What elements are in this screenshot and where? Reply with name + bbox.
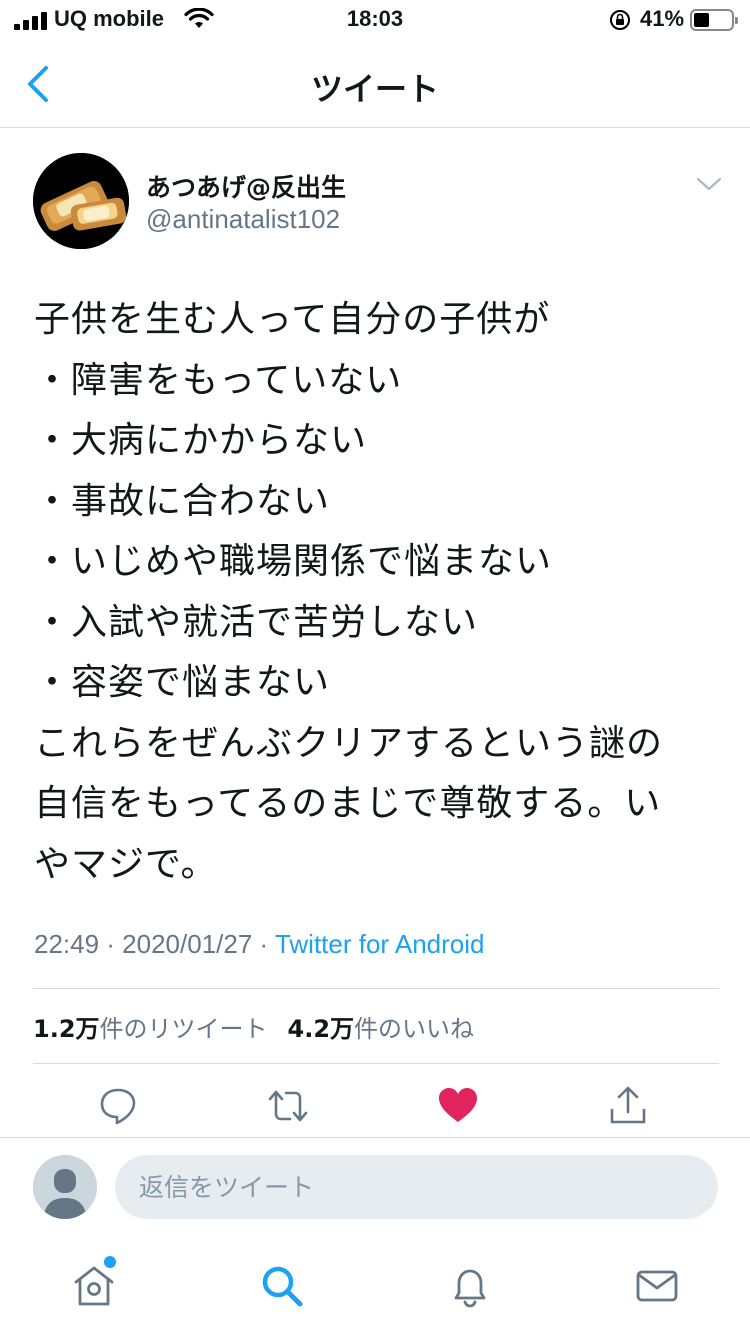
tweet-stats: 1.2万件のリツイート 4.2万件のいいね	[33, 1009, 474, 1044]
tweet-line: ・障害をもっていない	[34, 359, 403, 401]
heart-icon[interactable]	[436, 1084, 480, 1128]
author-display-name[interactable]: あつあげ@反出生	[146, 168, 346, 204]
divider	[33, 988, 719, 989]
tweet-line: 子供を生む人って自分の子供が	[34, 299, 551, 340]
status-bar: UQ mobile 18:03 41%	[0, 0, 750, 40]
retweet-label: 件のリツイート	[99, 1015, 268, 1043]
reply-input[interactable]	[115, 1155, 718, 1219]
author-handle[interactable]: @antinatalist102	[146, 204, 340, 235]
home-icon[interactable]	[70, 1262, 118, 1310]
battery-level	[694, 13, 709, 27]
mail-icon[interactable]	[633, 1262, 681, 1310]
nav-header: ツイート	[0, 40, 750, 128]
tweet-text: 子供を生む人って自分の子供が ・障害をもっていない ・大病にかからない ・事故に…	[34, 290, 724, 895]
retweet-icon[interactable]	[266, 1084, 310, 1128]
tweet-actions	[0, 1072, 750, 1138]
chevron-down-icon[interactable]	[694, 172, 724, 196]
tweet-line: ・入試や就活で苦労しない	[34, 601, 479, 643]
retweet-count: 1.2万	[33, 1015, 100, 1043]
tweet-meta: 22:49 · 2020/01/27 · Twitter for Android	[34, 929, 484, 960]
tweet-source-link[interactable]: Twitter for Android	[275, 929, 485, 959]
battery-percent: 41%	[640, 6, 685, 31]
page-title: ツイート	[310, 70, 439, 108]
battery-icon	[690, 9, 738, 31]
new-content-badge	[104, 1256, 116, 1268]
fried-tofu-avatar-image	[33, 153, 129, 249]
tweet-line: ・いじめや職場関係で悩まない	[34, 541, 553, 582]
tweet-line: ・事故に合わない	[34, 480, 331, 522]
user-avatar	[33, 1155, 97, 1219]
like-count: 4.2万	[287, 1015, 355, 1043]
like-label: 件のいいね	[354, 1015, 475, 1043]
divider	[33, 1063, 719, 1064]
bell-icon[interactable]	[446, 1262, 494, 1310]
default-user-icon	[33, 1155, 97, 1219]
tweet-line: ・容姿で悩まない	[34, 662, 331, 703]
tweet-timestamp: 22:49 · 2020/01/27 ·	[34, 929, 275, 959]
tweet-line: これらをぜんぶクリアするという謎の	[34, 722, 664, 764]
share-icon[interactable]	[606, 1084, 650, 1128]
tweet-line: 自信をもってるのまじで尊敬する。い	[34, 783, 662, 824]
author-avatar[interactable]	[33, 153, 129, 249]
status-time: 18:03	[346, 6, 404, 31]
like-stat[interactable]: 4.2万件のいいね	[288, 1009, 475, 1044]
tweet-line: やマジで。	[34, 843, 218, 885]
orientation-lock-icon	[610, 10, 630, 30]
comment-icon[interactable]	[96, 1084, 140, 1128]
retweet-stat[interactable]: 1.2万件のリツイート	[33, 1009, 268, 1044]
tweet-line: ・大病にかからない	[34, 420, 368, 461]
search-icon[interactable]	[258, 1262, 306, 1310]
